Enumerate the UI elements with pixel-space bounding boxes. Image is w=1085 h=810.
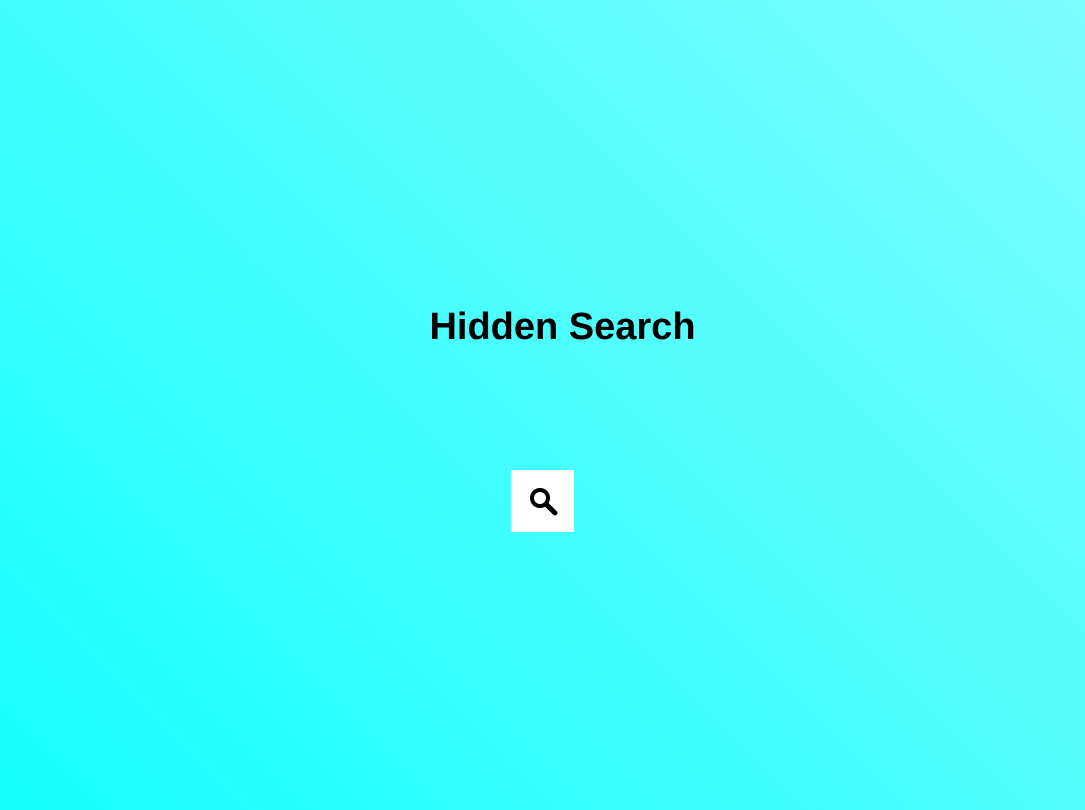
page-background (0, 0, 1085, 810)
page-title: Hidden Search (429, 306, 696, 348)
hidden-search (511, 470, 574, 532)
search-button[interactable] (511, 470, 574, 532)
search-icon (527, 485, 559, 517)
